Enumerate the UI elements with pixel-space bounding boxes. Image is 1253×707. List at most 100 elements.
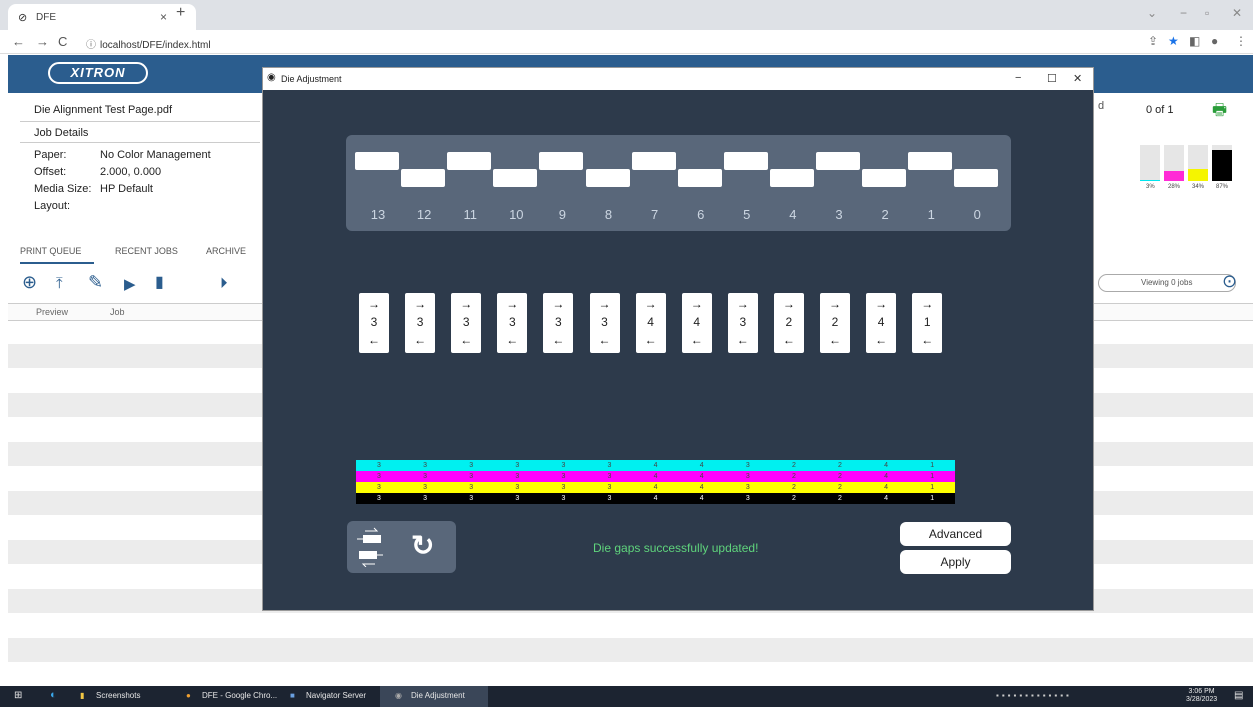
maximize-icon[interactable]: ☐	[1047, 72, 1057, 85]
new-tab-icon[interactable]: +	[176, 4, 185, 22]
increase-gap-arrow-icon[interactable]: →	[636, 297, 666, 311]
printer-icon[interactable]: 🖶	[1212, 99, 1227, 126]
decrease-gap-arrow-icon[interactable]: ←	[820, 333, 850, 347]
die-tool-panel: ↻	[347, 521, 456, 573]
increase-gap-arrow-icon[interactable]: →	[359, 297, 389, 311]
increase-gap-arrow-icon[interactable]: →	[866, 297, 896, 311]
forward-icon[interactable]: →	[36, 34, 49, 49]
system-tray-icons[interactable]: ▪▪▪▪▪▪▪▪▪▪▪▪▪	[996, 691, 1072, 700]
decrease-gap-arrow-icon[interactable]: ←	[543, 333, 573, 347]
die-block	[401, 169, 446, 187]
decrease-gap-arrow-icon[interactable]: ←	[451, 333, 481, 347]
color-strip: 3 3 3 3 3 3 4 4 3 2 2 4 1	[356, 482, 955, 493]
die-number-label: 12	[416, 207, 432, 222]
minimize-icon[interactable]: −	[1180, 6, 1187, 20]
edge-icon[interactable]: ◐	[50, 689, 57, 701]
browser-tab[interactable]: ⊘ DFE ×	[8, 4, 196, 30]
gap-adjust-card[interactable]: → 1 ←	[912, 293, 943, 353]
column-job: Job	[110, 307, 125, 317]
strip-value: 3	[423, 495, 428, 502]
play-circle-icon[interactable]: ⊙	[1222, 271, 1237, 292]
gap-adjust-card[interactable]: → 4 ←	[635, 293, 666, 353]
gap-adjust-card[interactable]: → 3 ←	[497, 293, 528, 353]
reload-icon[interactable]: C	[58, 34, 67, 49]
increase-gap-arrow-icon[interactable]: →	[682, 297, 712, 311]
upload-icon[interactable]: ⤒	[56, 275, 63, 292]
close-tab-icon[interactable]: ×	[160, 10, 167, 24]
decrease-gap-arrow-icon[interactable]: ←	[912, 333, 942, 347]
gap-adjust-card[interactable]: → 3 ←	[727, 293, 758, 353]
ink-label: 87%	[1216, 184, 1229, 190]
gap-adjust-card[interactable]: → 3 ←	[359, 293, 389, 353]
windows-start-icon[interactable]: ⊞	[14, 690, 22, 701]
increase-gap-arrow-icon[interactable]: →	[543, 297, 573, 311]
decrease-gap-arrow-icon[interactable]: ←	[682, 333, 712, 347]
restore-icon[interactable]: ▫	[1205, 6, 1209, 20]
play-icon[interactable]: ▶	[124, 275, 136, 293]
strip-value: 2	[791, 473, 796, 480]
tab-title: DFE	[36, 12, 56, 23]
share-icon[interactable]: ⇪	[1148, 34, 1158, 48]
increase-gap-arrow-icon[interactable]: →	[820, 297, 850, 311]
increase-gap-arrow-icon[interactable]: →	[774, 297, 804, 311]
edit-icon[interactable]: ✎	[88, 272, 103, 293]
refresh-icon[interactable]: ↻	[411, 529, 434, 562]
minimize-icon[interactable]: −	[1015, 72, 1021, 84]
app-icon: ◉	[267, 72, 276, 83]
decrease-gap-arrow-icon[interactable]: ←	[497, 333, 527, 347]
die-block	[631, 152, 676, 170]
strip-value: 3	[377, 462, 381, 469]
dialog-titlebar: ◉ Die Adjustment − ☐ ✕	[263, 68, 1093, 90]
gap-adjust-card[interactable]: → 4 ←	[681, 293, 712, 353]
strip-value: 3	[377, 473, 381, 480]
color-strip: 3 3 3 3 3 3 4 4 3 2 2 4 1	[356, 460, 955, 471]
trash-icon[interactable]: ▮	[155, 272, 164, 292]
die-number-label: 3	[835, 207, 843, 222]
tab-recent-jobs[interactable]: RECENT JOBS	[115, 246, 178, 256]
close-window-icon[interactable]: ✕	[1232, 6, 1242, 20]
tab-print-queue[interactable]: PRINT QUEUE	[20, 246, 81, 256]
url-field[interactable]: ⓘ localhost/DFE/index.html	[86, 36, 211, 51]
taskbar-item-die-adjustment[interactable]: Die Adjustment	[411, 691, 465, 700]
increase-gap-arrow-icon[interactable]: →	[912, 297, 942, 311]
taskbar-item-screenshots[interactable]: Screenshots	[96, 691, 140, 700]
add-job-icon[interactable]: ⊕	[22, 272, 37, 293]
gap-adjust-card[interactable]: → 2 ←	[773, 293, 804, 353]
skip-forward-icon[interactable]: ⏵	[220, 275, 228, 292]
decrease-gap-arrow-icon[interactable]: ←	[359, 333, 389, 347]
decrease-gap-arrow-icon[interactable]: ←	[636, 333, 666, 347]
viewing-jobs-field[interactable]: Viewing 0 jobs	[1098, 274, 1236, 292]
strip-value: 4	[884, 484, 889, 491]
decrease-gap-arrow-icon[interactable]: ←	[774, 333, 804, 347]
shift-dies-icon[interactable]	[355, 527, 385, 567]
apply-button[interactable]: Apply	[900, 550, 1011, 574]
increase-gap-arrow-icon[interactable]: →	[451, 297, 481, 311]
gap-adjust-card[interactable]: → 4 ←	[866, 293, 897, 353]
gap-adjust-card[interactable]: → 3 ←	[589, 293, 620, 353]
increase-gap-arrow-icon[interactable]: →	[405, 297, 435, 311]
taskbar-item-chrome[interactable]: DFE - Google Chro...	[202, 691, 277, 700]
profile-icon[interactable]: ●	[1211, 34, 1218, 48]
gap-adjust-card[interactable]: → 3 ←	[405, 293, 436, 353]
tab-archive[interactable]: ARCHIVE	[206, 246, 246, 256]
increase-gap-arrow-icon[interactable]: →	[728, 297, 758, 311]
decrease-gap-arrow-icon[interactable]: ←	[866, 333, 896, 347]
decrease-gap-arrow-icon[interactable]: ←	[728, 333, 758, 347]
gap-adjust-card[interactable]: → 3 ←	[451, 293, 482, 353]
advanced-button[interactable]: Advanced	[900, 522, 1011, 546]
menu-icon[interactable]: ⋮	[1235, 34, 1247, 48]
gap-adjust-card[interactable]: → 2 ←	[820, 293, 850, 353]
decrease-gap-arrow-icon[interactable]: ←	[405, 333, 435, 347]
notification-icon[interactable]: ▤	[1234, 690, 1243, 701]
increase-gap-arrow-icon[interactable]: →	[590, 297, 620, 311]
tab-search-icon[interactable]: ⌄	[1147, 6, 1157, 20]
back-icon[interactable]: ←	[12, 34, 25, 49]
increase-gap-arrow-icon[interactable]: →	[497, 297, 527, 311]
close-icon[interactable]: ✕	[1073, 72, 1082, 85]
gap-adjust-card[interactable]: → 3 ←	[543, 293, 574, 353]
sidepanel-icon[interactable]: ◧	[1189, 34, 1200, 48]
bookmark-star-icon[interactable]: ★	[1168, 34, 1179, 48]
decrease-gap-arrow-icon[interactable]: ←	[590, 333, 620, 347]
taskbar-item-navigator[interactable]: Navigator Server	[306, 691, 366, 700]
strip-value: 1	[930, 484, 935, 491]
